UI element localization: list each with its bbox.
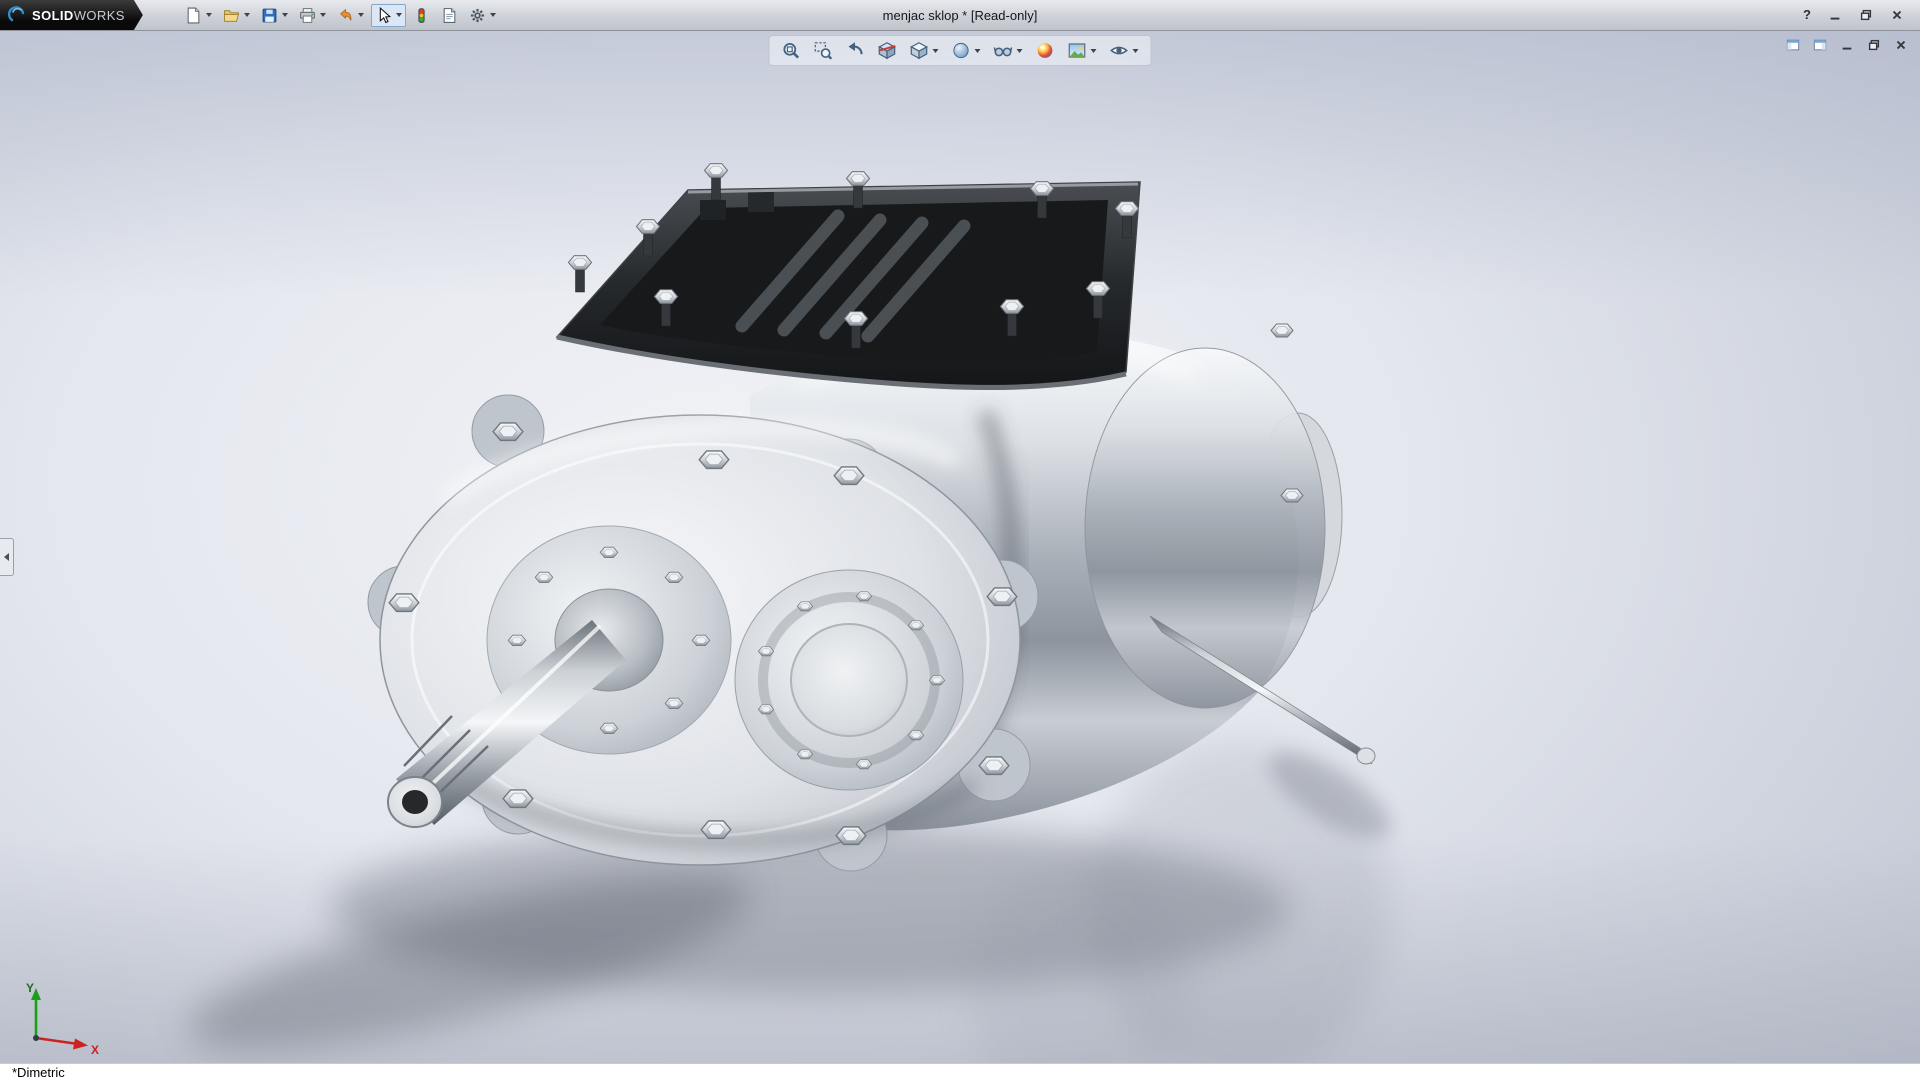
undo-icon [337, 7, 354, 24]
document-restore-icon [1867, 38, 1881, 52]
new-document-button[interactable] [181, 4, 216, 27]
dropdown-arrow-icon[interactable] [1133, 49, 1139, 53]
main-toolbar [181, 4, 500, 27]
select-icon [375, 7, 392, 24]
view-settings-button[interactable] [1106, 38, 1143, 63]
dropdown-arrow-icon[interactable] [244, 13, 250, 17]
section-view-icon [878, 41, 897, 60]
hide-show-items-icon [994, 41, 1013, 60]
close-button[interactable] [1886, 5, 1908, 25]
document-minimize-icon [1840, 38, 1854, 52]
display-style-button[interactable] [948, 38, 985, 63]
select-button[interactable] [371, 4, 406, 27]
app-logo: SOLIDWORKS [0, 0, 143, 30]
rebuild-button[interactable] [409, 4, 434, 27]
titlebar: SOLIDWORKS menjac sklop * [Read-only] ? [0, 0, 1920, 31]
document-minimize-button[interactable] [1836, 35, 1858, 55]
featuremanager-pane-toggle-icon [1786, 38, 1800, 52]
task-pane-toggle-button[interactable] [1809, 35, 1831, 55]
options-button[interactable] [465, 4, 500, 27]
restore-icon [1859, 8, 1873, 22]
apply-scene-button[interactable] [1064, 38, 1101, 63]
open-icon [223, 7, 240, 24]
headsup-toolbar [769, 35, 1152, 66]
task-pane-toggle-icon [1813, 38, 1827, 52]
window-title: menjac sklop * [Read-only] [883, 8, 1038, 23]
gearbox-3d-model[interactable] [0, 30, 1920, 1064]
dropdown-arrow-icon[interactable] [933, 49, 939, 53]
triad-x-label: X [91, 1043, 99, 1056]
minimize-icon [1828, 8, 1842, 22]
view-settings-icon [1110, 41, 1129, 60]
undo-button[interactable] [333, 4, 368, 27]
zoom-to-fit-icon [782, 41, 801, 60]
dropdown-arrow-icon[interactable] [282, 13, 288, 17]
print-button[interactable] [295, 4, 330, 27]
edit-appearance-icon [1036, 41, 1055, 60]
document-controls [1782, 35, 1912, 55]
dropdown-arrow-icon[interactable] [358, 13, 364, 17]
dropdown-arrow-icon[interactable] [206, 13, 212, 17]
close-icon [1890, 8, 1904, 22]
zoom-to-area-button[interactable] [810, 38, 837, 63]
previous-view-icon [846, 41, 865, 60]
featuremanager-flyout-tab[interactable] [0, 538, 14, 576]
edit-appearance-button[interactable] [1032, 38, 1059, 63]
previous-view-button[interactable] [842, 38, 869, 63]
triad-y-label: Y [26, 981, 34, 995]
file-properties-button[interactable] [437, 4, 462, 27]
minimize-button[interactable] [1824, 5, 1846, 25]
view-orientation-icon [910, 41, 929, 60]
zoom-to-area-icon [814, 41, 833, 60]
save-button[interactable] [257, 4, 292, 27]
app-brand: SOLIDWORKS [32, 8, 125, 23]
dropdown-arrow-icon[interactable] [396, 13, 402, 17]
zoom-to-fit-button[interactable] [778, 38, 805, 63]
dropdown-arrow-icon[interactable] [490, 13, 496, 17]
apply-scene-icon [1068, 41, 1087, 60]
help-button[interactable]: ? [1799, 5, 1815, 25]
solidworks-logo-icon [8, 6, 26, 24]
brand-bold: SOLID [32, 8, 74, 23]
view-orientation-label: *Dimetric [12, 1065, 65, 1080]
print-icon [299, 7, 316, 24]
featuremanager-pane-toggle-button[interactable] [1782, 35, 1804, 55]
statusbar: *Dimetric [0, 1063, 1920, 1080]
help-icon: ? [1803, 8, 1811, 22]
collapse-arrow-icon [4, 553, 9, 561]
rebuild-icon [413, 7, 430, 24]
dropdown-arrow-icon[interactable] [320, 13, 326, 17]
document-restore-button[interactable] [1863, 35, 1885, 55]
dropdown-arrow-icon[interactable] [975, 49, 981, 53]
graphics-area[interactable]: Y X [0, 30, 1920, 1064]
restore-button[interactable] [1855, 5, 1877, 25]
reference-triad: Y X [20, 976, 106, 1056]
dropdown-arrow-icon[interactable] [1091, 49, 1097, 53]
new-document-icon [185, 7, 202, 24]
document-close-button[interactable] [1890, 35, 1912, 55]
display-style-icon [952, 41, 971, 60]
section-view-button[interactable] [874, 38, 901, 63]
document-close-icon [1894, 38, 1908, 52]
options-icon [469, 7, 486, 24]
titlebar-controls: ? [1799, 5, 1920, 25]
hide-show-items-button[interactable] [990, 38, 1027, 63]
save-icon [261, 7, 278, 24]
open-button[interactable] [219, 4, 254, 27]
file-properties-icon [441, 7, 458, 24]
dropdown-arrow-icon[interactable] [1017, 49, 1023, 53]
brand-light: WORKS [74, 8, 125, 23]
view-orientation-button[interactable] [906, 38, 943, 63]
